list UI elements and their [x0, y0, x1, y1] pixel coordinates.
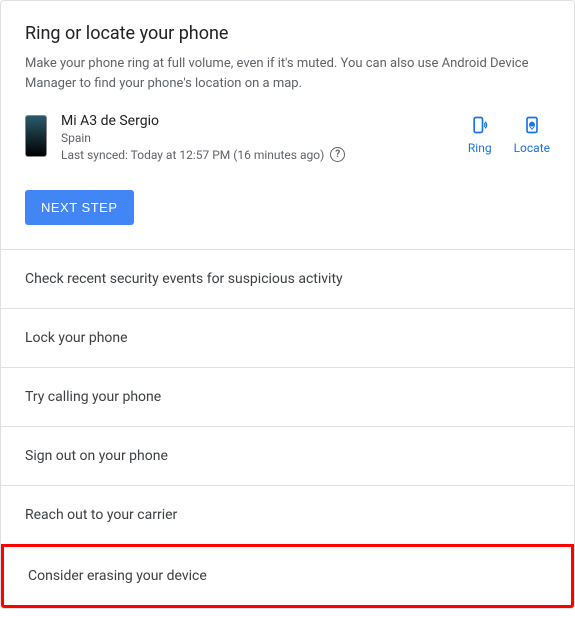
device-info: Mi A3 de Sergio Spain Last synced: Today… — [61, 113, 468, 162]
step-carrier[interactable]: Reach out to your carrier — [1, 485, 574, 544]
next-step-button[interactable]: NEXT STEP — [25, 190, 134, 225]
sync-text: Last synced: Today at 12:57 PM (16 minut… — [61, 148, 324, 162]
step-call-phone[interactable]: Try calling your phone — [1, 367, 574, 426]
section-title: Ring or locate your phone — [25, 23, 550, 44]
section-description: Make your phone ring at full volume, eve… — [25, 54, 550, 93]
step-lock-phone[interactable]: Lock your phone — [1, 308, 574, 367]
locate-button[interactable]: Locate — [514, 115, 550, 155]
ring-label: Ring — [468, 141, 492, 155]
locate-label: Locate — [514, 141, 550, 155]
ring-icon — [470, 115, 490, 135]
device-thumbnail-icon — [25, 115, 47, 157]
ring-button[interactable]: Ring — [468, 115, 492, 155]
device-sync: Last synced: Today at 12:57 PM (16 minut… — [61, 147, 468, 162]
ring-locate-section: Ring or locate your phone Make your phon… — [1, 1, 574, 249]
device-row: Mi A3 de Sergio Spain Last synced: Today… — [25, 113, 550, 162]
device-location: Spain — [61, 131, 468, 145]
security-card: Ring or locate your phone Make your phon… — [0, 0, 575, 609]
step-security-events[interactable]: Check recent security events for suspici… — [1, 249, 574, 308]
device-name: Mi A3 de Sergio — [61, 113, 468, 129]
device-actions: Ring Locate — [468, 115, 550, 155]
locate-icon — [522, 115, 542, 135]
step-sign-out[interactable]: Sign out on your phone — [1, 426, 574, 485]
help-icon[interactable]: ? — [330, 147, 345, 162]
step-erase-device[interactable]: Consider erasing your device — [1, 544, 574, 608]
